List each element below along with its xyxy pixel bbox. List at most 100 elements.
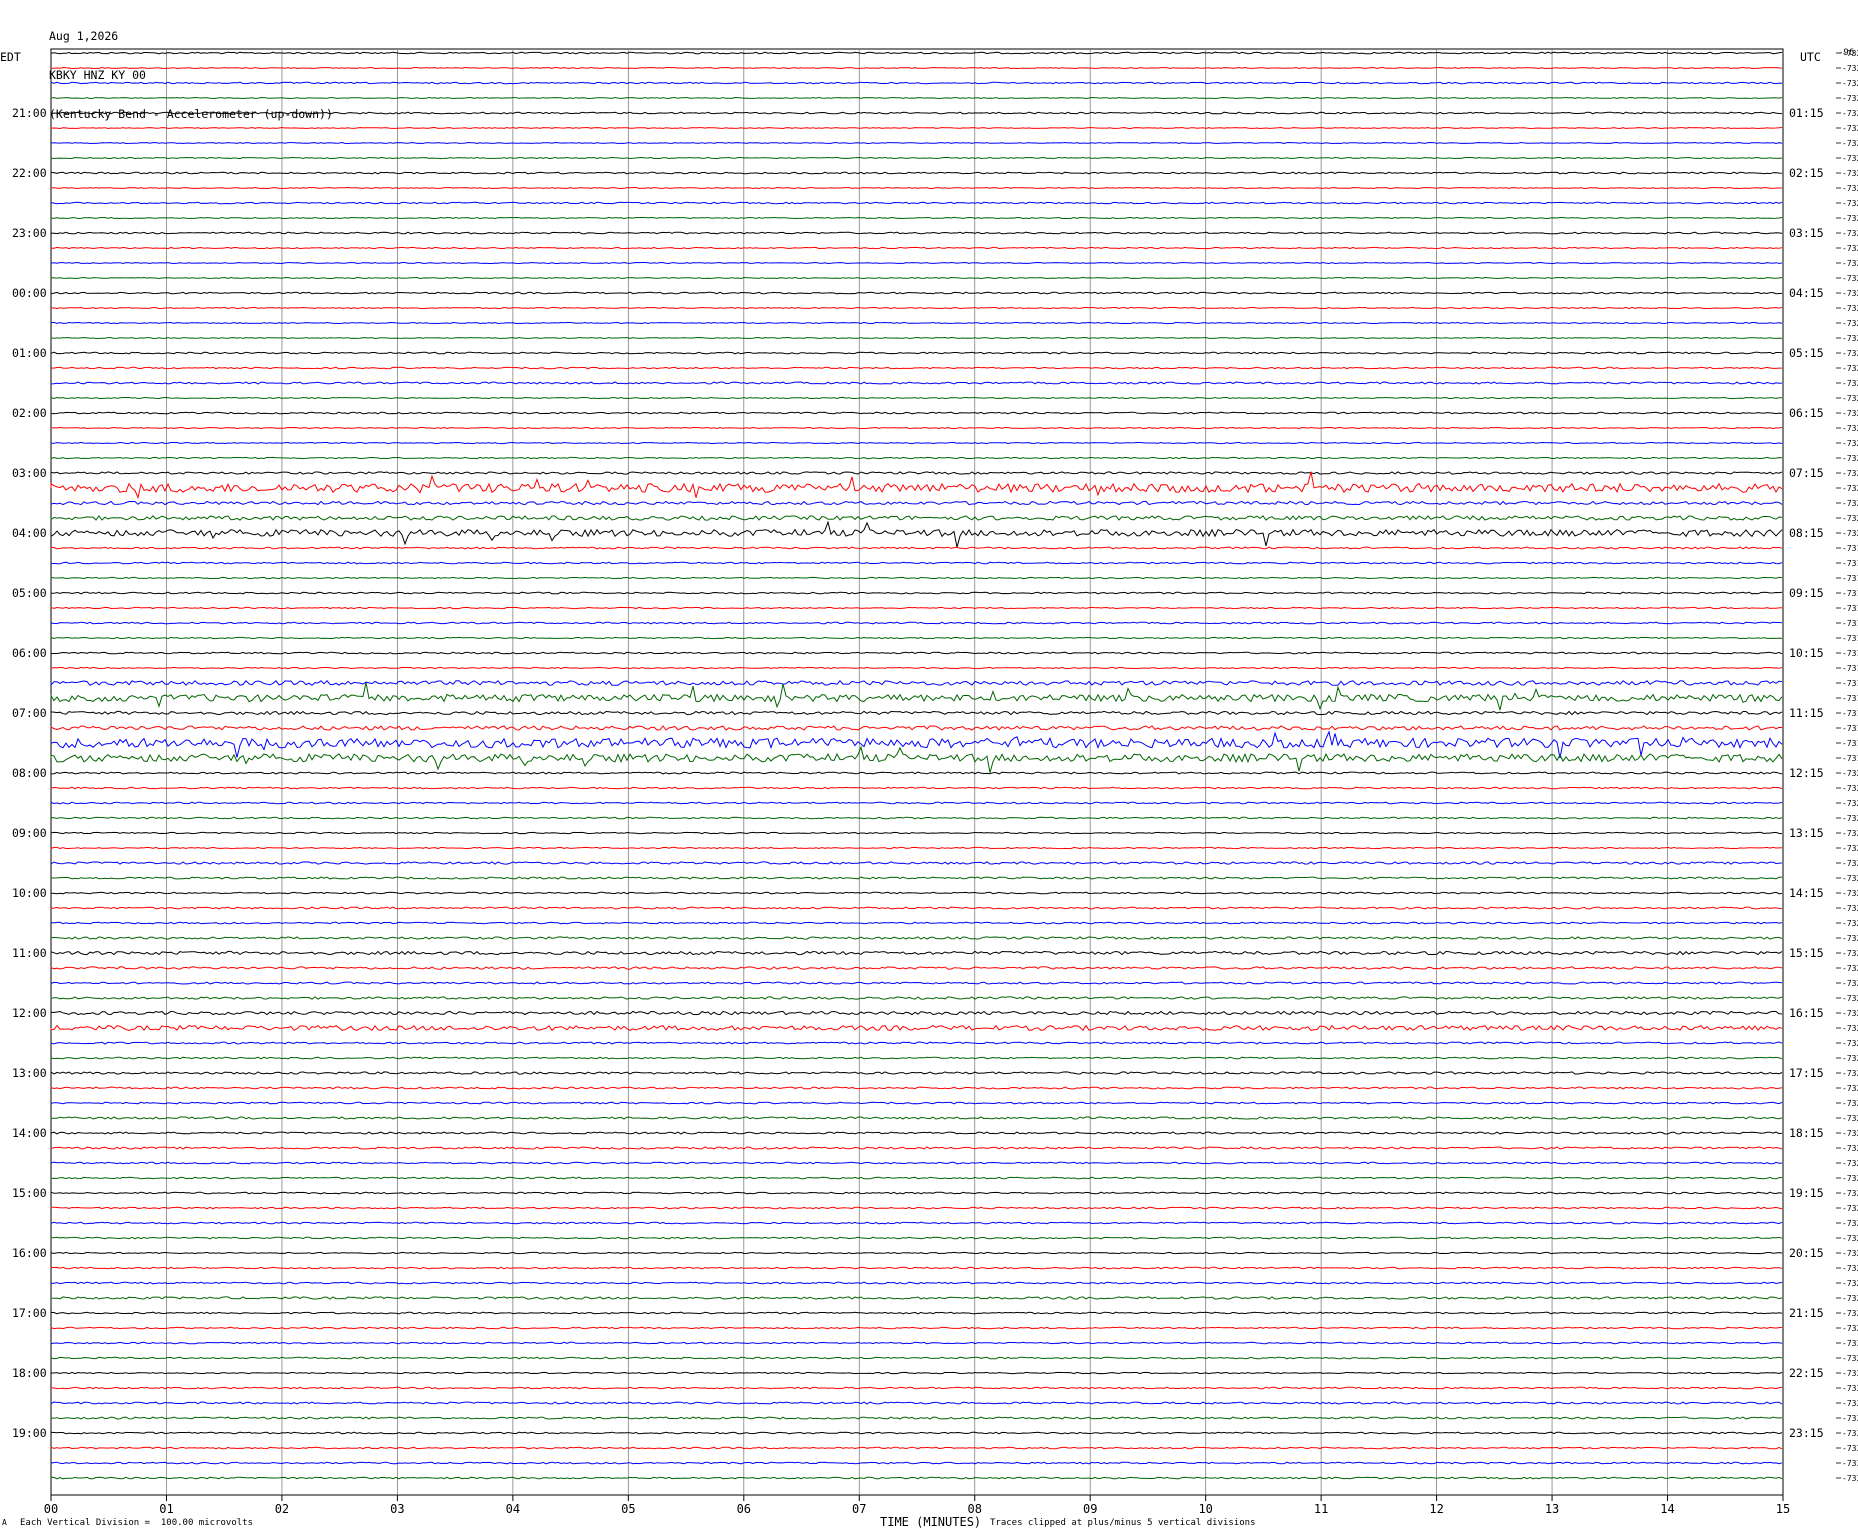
trace-row-40 (50, 651, 1783, 655)
trace-row-0 (50, 51, 1783, 55)
left-hour-label-19: 16:00 (12, 1246, 47, 1260)
trace-row-45 (50, 725, 1783, 731)
row-offset-label-68: -7326 (1842, 1069, 1858, 1078)
right-hour-label-20: 21:15 (1789, 1306, 1824, 1320)
trace-row-58 (50, 921, 1783, 925)
row-offset-label-11: -7323 (1842, 214, 1858, 223)
trace-row-6 (50, 141, 1783, 145)
row-offset-label-35: -7318 (1842, 574, 1858, 583)
row-offset-label-43: -7319 (1842, 694, 1858, 703)
row-offset-label-14: -7323 (1842, 259, 1858, 268)
trace-row-90 (50, 1401, 1783, 1405)
row-offset-label-57: -7323 (1842, 904, 1858, 913)
trace-row-30 (50, 500, 1783, 506)
right-hour-label-7: 08:15 (1789, 526, 1824, 540)
row-offset-label-17: -7323 (1842, 304, 1858, 313)
right-hour-label-10: 11:15 (1789, 706, 1824, 720)
row-offset-label-94: -7332 (1842, 1459, 1858, 1468)
x-tick-label-15: 15 (1776, 1502, 1790, 1516)
trace-row-14 (50, 261, 1783, 265)
row-offset-label-39: -7316 (1842, 634, 1858, 643)
trace-row-77 (50, 1206, 1783, 1210)
right-hour-label-14: 15:15 (1789, 946, 1824, 960)
trace-row-65 (50, 1024, 1783, 1032)
row-offset-label-28: -7323 (1842, 469, 1858, 478)
row-offset-label-46: -7318 (1842, 739, 1858, 748)
trace-row-24 (50, 411, 1783, 415)
trace-row-13 (50, 246, 1783, 250)
trace-row-17 (50, 306, 1783, 310)
row-offset-label-69: -7326 (1842, 1084, 1858, 1093)
x-tick-label-12: 12 (1429, 1502, 1443, 1516)
left-hour-label-8: 05:00 (12, 586, 47, 600)
trace-row-32 (50, 520, 1783, 548)
left-hour-label-15: 12:00 (12, 1006, 47, 1020)
row-offset-label-8: -7323 (1842, 169, 1858, 178)
row-offset-label-32: -7321 (1842, 529, 1858, 538)
row-offset-label-85: -7329 (1842, 1324, 1858, 1333)
row-offset-label-22: -7322 (1842, 379, 1858, 388)
row-offset-label-15: -7323 (1842, 274, 1858, 283)
row-offset-label-0: -7325 (1842, 49, 1858, 58)
footer-scale-note: Each Vertical Division = 100.00 microvol… (20, 1518, 253, 1528)
x-tick-label-1: 01 (159, 1502, 173, 1516)
left-hour-label-20: 17:00 (12, 1306, 47, 1320)
trace-row-95 (50, 1476, 1783, 1480)
x-tick-label-10: 10 (1198, 1502, 1212, 1516)
row-offset-label-93: -7330 (1842, 1444, 1858, 1453)
trace-row-28 (50, 471, 1783, 475)
trace-row-44 (50, 710, 1783, 716)
trace-row-92 (50, 1431, 1783, 1435)
row-offset-label-89: -7330 (1842, 1384, 1858, 1393)
left-hour-label-13: 10:00 (12, 886, 47, 900)
right-hour-label-3: 04:15 (1789, 286, 1824, 300)
trace-row-76 (50, 1191, 1783, 1195)
trace-row-88 (51, 1371, 1783, 1375)
row-offset-label-42: -7318 (1842, 679, 1858, 688)
trace-row-69 (50, 1086, 1783, 1090)
trace-row-5 (50, 126, 1783, 130)
row-offset-label-21: -7322 (1842, 364, 1858, 373)
left-hour-label-0: 21:00 (12, 106, 47, 120)
helicorder-plot: -7325 -7325 -7325 -7325 -7324 -7324 -7324 -7323… (12, 48, 1858, 1516)
trace-row-19 (50, 336, 1783, 340)
row-offset-label-51: -7322 (1842, 814, 1858, 823)
trace-row-33 (50, 546, 1783, 550)
trace-row-50 (50, 801, 1783, 805)
left-hour-label-18: 15:00 (12, 1186, 47, 1200)
trace-row-93 (50, 1446, 1783, 1450)
row-offset-label-72: -7328 (1842, 1129, 1858, 1138)
row-offset-label-75: -7328 (1842, 1174, 1858, 1183)
row-offset-label-84: -7328 (1842, 1309, 1858, 1318)
right-hour-label-5: 06:15 (1789, 406, 1824, 420)
trace-row-56 (50, 891, 1783, 895)
trace-row-8 (50, 171, 1783, 175)
trace-row-64 (50, 1010, 1783, 1016)
trace-row-46 (50, 730, 1783, 759)
trace-row-20 (50, 351, 1783, 355)
trace-row-9 (50, 186, 1783, 190)
x-tick-label-9: 09 (1083, 1502, 1097, 1516)
trace-row-23 (50, 396, 1782, 400)
left-hour-label-14: 11:00 (12, 946, 47, 960)
row-offset-label-33: -7319 (1842, 544, 1858, 553)
trace-row-15 (50, 276, 1783, 280)
row-offset-label-90: -7331 (1842, 1399, 1858, 1408)
trace-row-67 (50, 1056, 1783, 1060)
row-offset-label-41: -7316 (1842, 664, 1858, 673)
row-offset-label-76: -7327 (1842, 1189, 1858, 1198)
row-offset-label-63: -7323 (1842, 994, 1858, 1003)
right-hour-label-0: 01:15 (1789, 106, 1824, 120)
row-offset-label-9: -7323 (1842, 184, 1858, 193)
trace-row-53 (50, 846, 1783, 850)
trace-row-39 (50, 636, 1783, 640)
row-offset-label-37: -7317 (1842, 604, 1858, 613)
right-hour-label-6: 07:15 (1789, 466, 1824, 480)
right-hour-label-19: 20:15 (1789, 1246, 1824, 1260)
right-hour-label-22: 23:15 (1789, 1426, 1824, 1440)
right-hour-label-18: 19:15 (1789, 1186, 1824, 1200)
trace-row-59 (50, 936, 1783, 940)
left-hour-label-1: 22:00 (12, 166, 47, 180)
trace-row-42 (50, 680, 1783, 687)
row-offset-label-12: -7323 (1842, 229, 1858, 238)
